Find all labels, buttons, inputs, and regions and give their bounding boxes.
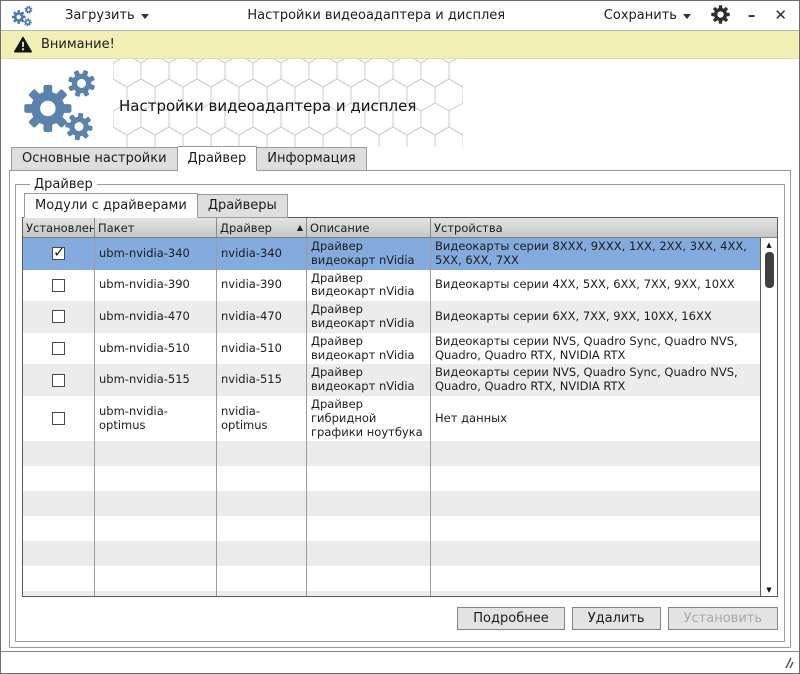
gears-logo-icon: [19, 67, 113, 143]
devices-cell: Видеокарты серии 8XXX, 9XXX, 1XX, 2XX, 3…: [431, 238, 777, 270]
tab-main-settings[interactable]: Основные настройки: [11, 147, 178, 171]
tab-label: Основные настройки: [22, 151, 167, 166]
devices-cell: Видеокарты серии NVS, Quadro Sync, Quadr…: [431, 364, 777, 396]
tab-driver[interactable]: Драйвер: [178, 146, 258, 171]
description-cell: Драйвер видеокарт nVidia: [307, 333, 431, 365]
details-button[interactable]: Подробнее: [457, 607, 564, 630]
description-cell: Драйвер видеокарт nVidia: [307, 270, 431, 302]
table-row[interactable]: ubm-nvidia-390 nvidia-390 Драйвер видеок…: [23, 270, 777, 302]
gear-icon: [711, 5, 730, 24]
driver-cell: nvidia-340: [217, 238, 307, 270]
package-cell: ubm-nvidia-515: [95, 364, 217, 396]
driver-cell: nvidia-470: [217, 301, 307, 333]
devices-cell: Нет данных: [431, 396, 777, 441]
tab-label: Драйвер: [188, 151, 247, 166]
load-button[interactable]: Загрузить: [61, 6, 153, 25]
header-banner: Настройки видеоадаптера и дисплея: [1, 59, 799, 147]
close-button[interactable]: ✕: [772, 8, 789, 23]
description-cell: Драйвер видеокарт nVidia: [307, 364, 431, 396]
sub-tabstrip: Модули с драйверами Драйверы: [22, 194, 778, 218]
app-window: Загрузить Настройки видеоадаптера и дисп…: [0, 0, 800, 674]
package-cell: ubm-nvidia-390: [95, 270, 217, 302]
installed-checkbox[interactable]: [52, 374, 65, 387]
save-button-label: Сохранить: [604, 8, 677, 23]
settings-button[interactable]: [711, 5, 730, 27]
driver-cell: nvidia-optimus: [217, 396, 307, 441]
window-title: Настройки видеоадаптера и дисплея: [153, 8, 600, 23]
installed-checkbox[interactable]: [52, 310, 65, 323]
table-row[interactable]: ubm-nvidia-515 nvidia-515 Драйвер видеок…: [23, 364, 777, 396]
table-header: Установлен Пакет Драйвер ▲ Описание Устр…: [23, 218, 777, 238]
column-header-installed[interactable]: Установлен: [23, 218, 95, 237]
minimize-button[interactable]: –: [746, 8, 757, 23]
banner-title: Настройки видеоадаптера и дисплея: [119, 97, 416, 115]
tab-drivers[interactable]: Драйверы: [198, 194, 288, 218]
scroll-up-icon[interactable]: ▲: [761, 238, 777, 251]
titlebar: Загрузить Настройки видеоадаптера и дисп…: [1, 1, 799, 31]
package-cell: ubm-nvidia-470: [95, 301, 217, 333]
installed-checkbox[interactable]: [52, 342, 65, 355]
package-cell: ubm-nvidia-510: [95, 333, 217, 365]
table-row[interactable]: ubm-nvidia-optimus nvidia-optimus Драйве…: [23, 396, 777, 441]
table-row[interactable]: ubm-nvidia-470 nvidia-470 Драйвер видеок…: [23, 301, 777, 333]
tab-label: Драйверы: [208, 198, 277, 213]
vertical-scrollbar[interactable]: ▲ ▼: [760, 238, 777, 596]
installed-checkbox[interactable]: [52, 247, 65, 260]
tab-information[interactable]: Информация: [257, 147, 366, 171]
warning-triangle-icon: [13, 36, 33, 54]
driver-cell: nvidia-515: [217, 364, 307, 396]
groupbox-label: Драйвер: [30, 177, 97, 192]
main-tabstrip: Основные настройки Драйвер Информация: [1, 147, 799, 171]
driver-cell: nvidia-390: [217, 270, 307, 302]
install-button[interactable]: Установить: [668, 607, 778, 630]
chevron-down-icon: [683, 14, 691, 19]
installed-checkbox[interactable]: [52, 279, 65, 292]
drivers-table: Установлен Пакет Драйвер ▲ Описание Устр…: [22, 217, 778, 597]
action-buttons: Подробнее Удалить Установить: [22, 607, 778, 630]
driver-groupbox: Драйвер Модули с драйверами Драйверы Уст…: [15, 177, 785, 642]
tab-label: Информация: [267, 151, 355, 166]
sort-ascending-icon: ▲: [293, 223, 303, 232]
installed-checkbox[interactable]: [52, 412, 65, 425]
scrollbar-thumb[interactable]: [765, 252, 774, 288]
column-header-driver[interactable]: Драйвер ▲: [217, 218, 307, 237]
tab-label: Модули с драйверами: [35, 198, 187, 213]
devices-cell: Видеокарты серии 4XX, 5XX, 6XX, 7XX, 9XX…: [431, 270, 777, 302]
column-header-package[interactable]: Пакет: [95, 218, 217, 237]
tab-driver-modules[interactable]: Модули с драйверами: [24, 193, 198, 218]
devices-cell: Видеокарты серии NVS, Quadro Sync, Quadr…: [431, 333, 777, 365]
load-button-label: Загрузить: [65, 8, 135, 23]
scroll-down-icon[interactable]: ▼: [761, 583, 777, 596]
table-row[interactable]: ubm-nvidia-340 nvidia-340 Драйвер видеок…: [23, 238, 777, 270]
description-cell: Драйвер видеокарт nVidia: [307, 238, 431, 270]
warning-banner: Внимание!: [1, 31, 799, 59]
remove-button[interactable]: Удалить: [572, 607, 661, 630]
table-row[interactable]: ubm-nvidia-510 nvidia-510 Драйвер видеок…: [23, 333, 777, 365]
chevron-down-icon: [141, 14, 149, 19]
save-button[interactable]: Сохранить: [600, 6, 695, 25]
devices-cell: Видеокарты серии 6XX, 7XX, 9XX, 10XX, 16…: [431, 301, 777, 333]
package-cell: ubm-nvidia-optimus: [95, 396, 217, 441]
resize-grip[interactable]: [781, 656, 794, 669]
table-body: ubm-nvidia-340 nvidia-340 Драйвер видеок…: [23, 238, 777, 596]
description-cell: Драйвер гибридной графики ноутбука: [307, 396, 431, 441]
warning-text: Внимание!: [41, 37, 115, 52]
package-cell: ubm-nvidia-340: [95, 238, 217, 270]
driver-cell: nvidia-510: [217, 333, 307, 365]
table-empty-area: [23, 441, 777, 596]
app-gears-icon: [11, 5, 37, 27]
column-header-description[interactable]: Описание: [307, 218, 431, 237]
description-cell: Драйвер видеокарт nVidia: [307, 301, 431, 333]
column-header-devices[interactable]: Устройства: [431, 218, 777, 237]
status-bar: [1, 651, 799, 673]
tab-content: Драйвер Модули с драйверами Драйверы Уст…: [9, 170, 791, 648]
